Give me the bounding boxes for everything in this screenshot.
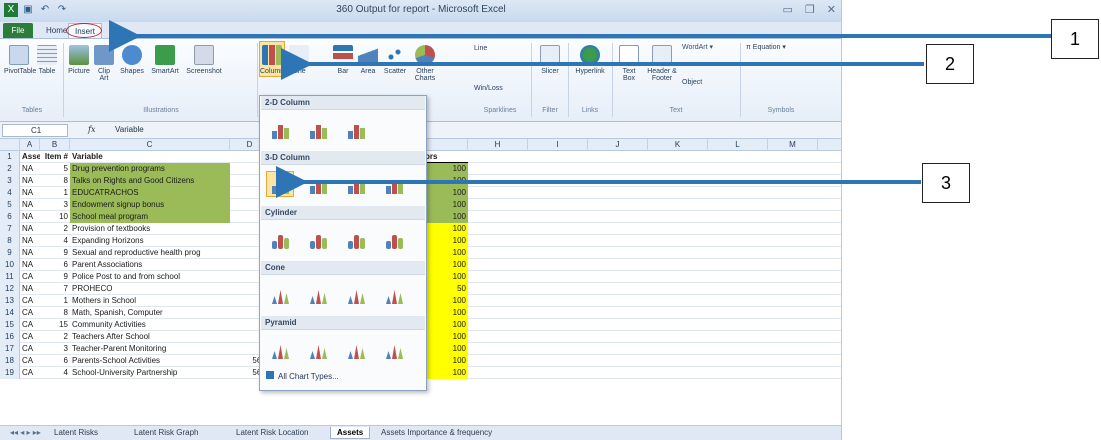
callout-1: 1: [1051, 19, 1099, 59]
callout-3: 3: [922, 163, 970, 203]
callout-2: 2: [926, 44, 974, 84]
